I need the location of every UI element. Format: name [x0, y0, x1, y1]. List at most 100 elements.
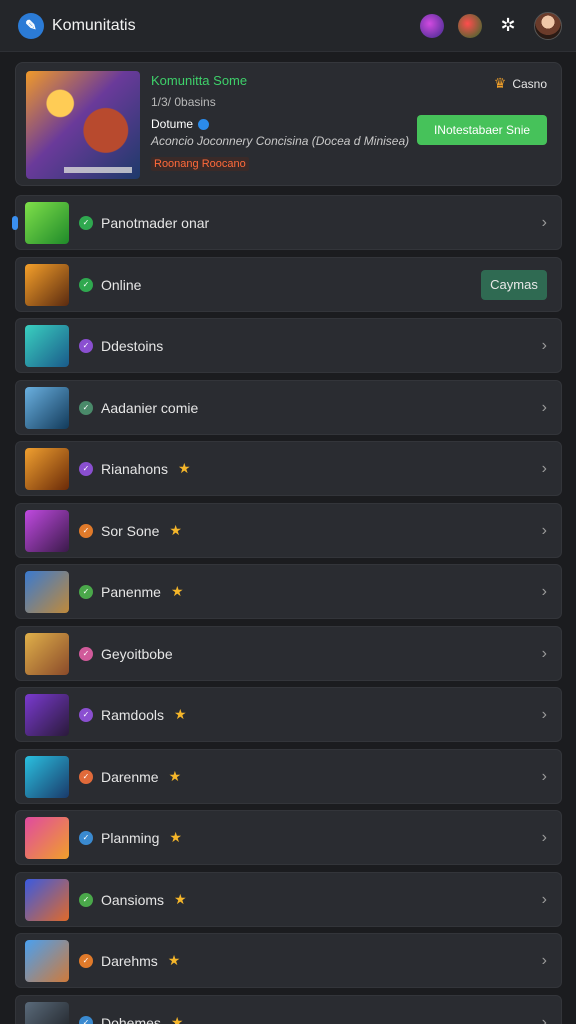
community-thumbnail: [25, 1001, 69, 1024]
list-item-label: Ddestoins: [101, 337, 164, 354]
community-thumbnail: [25, 263, 69, 306]
featured-owner: Dotume: [151, 117, 210, 131]
list-item-label: Panotmader onar: [101, 214, 210, 231]
featured-name: Komunitta Some: [151, 73, 248, 88]
status-icon: ✓: [79, 277, 93, 292]
community-thumbnail: [25, 816, 69, 859]
crown-icon: ♛: [493, 75, 507, 91]
status-icon: ✓: [79, 953, 93, 968]
list-item-label: Aadanier comie: [101, 399, 199, 416]
status-icon: ✓: [79, 707, 93, 722]
list-item-label: Darenme: [101, 768, 159, 785]
app-logo-icon[interactable]: ✎: [18, 12, 44, 39]
chevron-right-icon[interactable]: ›: [542, 768, 547, 786]
chevron-right-icon[interactable]: ›: [542, 1014, 547, 1024]
featured-subtitle: 1/3/ 0basins: [151, 95, 216, 109]
featured-community-card[interactable]: Komunitta Some 1/3/ 0basins Dotume Aconc…: [15, 62, 562, 186]
community-thumbnail: [25, 693, 69, 736]
community-thumbnail: [25, 755, 69, 798]
selection-indicator: [12, 216, 18, 230]
list-item[interactable]: ✓ Rianahons ★ ›: [15, 441, 562, 496]
list-item[interactable]: ✓ Geyoitbobe ›: [15, 626, 562, 681]
list-item[interactable]: ✓ Planming ★ ›: [15, 810, 562, 865]
status-icon: ✓: [79, 646, 93, 661]
list-item-label: Sor Sone: [101, 522, 160, 539]
chevron-right-icon[interactable]: ›: [542, 706, 547, 724]
list-item-label: Dohemes: [101, 1014, 161, 1024]
community-thumbnail: [25, 939, 69, 982]
featured-owner-name: Dotume: [151, 117, 194, 131]
top-bar: ✎ Komunitatis ✲: [0, 0, 576, 52]
featured-description: Aconcio Joconnery Concisina (Docea d Min…: [151, 134, 410, 148]
chevron-right-icon[interactable]: ›: [542, 952, 547, 970]
chevron-right-icon[interactable]: ›: [542, 645, 547, 663]
list-item-label: Panenme: [101, 583, 161, 600]
list-item-label: Darehms: [101, 952, 158, 969]
community-thumbnail: [25, 386, 69, 429]
status-icon: ✓: [79, 830, 93, 845]
list-item-label: Planming: [101, 829, 160, 846]
verified-icon: [198, 118, 210, 130]
chevron-right-icon[interactable]: ›: [542, 214, 547, 232]
community-thumbnail: [25, 878, 69, 921]
chevron-right-icon[interactable]: ›: [542, 522, 547, 540]
community-thumbnail: [25, 632, 69, 675]
list-item-label: Online: [101, 276, 142, 293]
list-item[interactable]: ✓ Dohemes ★ ›: [15, 995, 562, 1024]
star-icon: ★: [170, 1014, 184, 1024]
status-icon: ✓: [79, 523, 93, 538]
list-item-label: Geyoitbobe: [101, 645, 173, 662]
status-icon: ✓: [79, 461, 93, 476]
list-item[interactable]: ✓ Panotmader onar ›: [12, 195, 562, 250]
star-icon: ★: [174, 706, 187, 722]
chevron-right-icon[interactable]: ›: [542, 337, 547, 355]
list-item-label: Rianahons: [101, 460, 168, 477]
star-icon: ★: [169, 829, 182, 845]
community-thumbnail: [25, 570, 69, 613]
list-item[interactable]: ✓ Aadanier comie ›: [15, 380, 562, 435]
star-icon: ★: [170, 583, 184, 599]
list-item-label: Ramdools: [101, 706, 165, 723]
gear-icon[interactable]: ✲: [496, 14, 520, 38]
list-item[interactable]: ✓ Online Caymas: [15, 257, 562, 312]
list-item[interactable]: ✓ Darenme ★ ›: [15, 749, 562, 804]
star-icon: ★: [169, 522, 182, 538]
list-item[interactable]: ✓ Ramdools ★ ›: [15, 687, 562, 742]
community-thumbnail: [25, 324, 69, 367]
chevron-right-icon[interactable]: ›: [542, 829, 547, 847]
list-item[interactable]: ✓ Panenme ★ ›: [15, 564, 562, 619]
status-icon: ✓: [79, 1015, 93, 1024]
featured-join-button[interactable]: INotestabaer Snie: [417, 115, 547, 145]
chevron-right-icon[interactable]: ›: [542, 460, 547, 478]
featured-badge: ♛ Casno: [494, 75, 547, 92]
list-item[interactable]: ✓ Ddestoins ›: [15, 318, 562, 373]
chevron-right-icon[interactable]: ›: [542, 583, 547, 601]
star-icon: ★: [167, 952, 181, 968]
chevron-right-icon[interactable]: ›: [542, 399, 547, 417]
app-title: Komunitatis: [52, 16, 136, 34]
community-thumbnail: [25, 447, 69, 490]
top-icons: ✲: [420, 11, 562, 40]
community-thumbnail: [25, 509, 69, 552]
status-icon: ✓: [79, 769, 93, 784]
game-icon[interactable]: [420, 13, 444, 38]
star-icon: ★: [174, 891, 187, 907]
status-icon: ✓: [79, 400, 93, 415]
chevron-right-icon[interactable]: ›: [542, 891, 547, 909]
row-action-button[interactable]: Caymas: [481, 269, 547, 300]
avatar[interactable]: [534, 11, 562, 40]
award-icon[interactable]: [458, 13, 482, 38]
featured-thumbnail: [26, 71, 140, 179]
status-icon: ✓: [79, 215, 93, 230]
featured-tag: Roonang Roocano: [151, 157, 249, 171]
list-item[interactable]: ✓ Darehms ★ ›: [15, 933, 562, 988]
list-item-label: Oansioms: [101, 891, 165, 908]
star-icon: ★: [177, 460, 191, 476]
status-icon: ✓: [79, 892, 93, 907]
status-icon: ✓: [79, 338, 93, 353]
list-item[interactable]: ✓ Oansioms ★ ›: [15, 872, 562, 927]
status-icon: ✓: [79, 584, 93, 599]
featured-badge-label: Casno: [512, 76, 547, 91]
community-thumbnail: [25, 201, 69, 244]
list-item[interactable]: ✓ Sor Sone ★ ›: [15, 503, 562, 558]
